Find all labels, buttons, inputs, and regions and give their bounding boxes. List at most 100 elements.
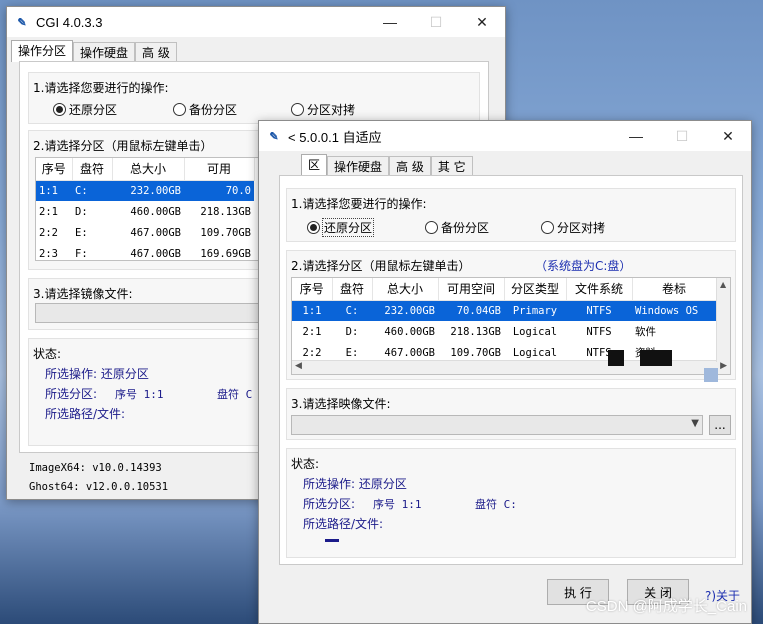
image-group: 3.请选择映像文件: ▼ ... — [286, 388, 736, 440]
app-logo-icon: ✎ — [269, 130, 279, 143]
table-row[interactable]: 2:1 D: 460.00GB 218.13GB — [36, 201, 254, 222]
back-tab-bar: 操作分区 操作硬盘 高 级 — [7, 37, 505, 62]
col-seq[interactable]: 序号 — [292, 278, 333, 301]
ghost-version: Ghost64: v12.0.0.10531 — [29, 481, 169, 493]
section3-label: 3.请选择镜像文件: — [33, 287, 133, 301]
cell: 467.00GB — [130, 247, 181, 260]
table-row[interactable]: 2:1 D: 460.00GB 218.13GB Logical NTFS 软件 — [292, 321, 716, 342]
col-drive[interactable]: 盘符 — [72, 158, 113, 181]
tab-advanced[interactable]: 高 级 — [135, 42, 177, 62]
col-free[interactable]: 可用 — [184, 158, 255, 181]
cell: 1:1 — [36, 180, 72, 201]
minimize-button[interactable]: — — [613, 121, 659, 151]
radio-selected-icon — [53, 103, 66, 116]
status-path: 所选路径/文件: — [303, 517, 384, 531]
cell: 218.13GB — [450, 325, 501, 338]
scroll-up-icon[interactable]: ▲ — [720, 280, 726, 289]
radio-copy[interactable]: 分区对拷 — [291, 101, 355, 118]
operation-group: 1.请选择您要进行的操作: 还原分区 备份分区 分区对拷 — [286, 188, 736, 242]
status-drive: 盘符 C: — [475, 498, 517, 511]
radio-backup[interactable]: 备份分区 — [173, 101, 237, 118]
tab-disk[interactable]: 操作硬盘 — [327, 156, 390, 176]
vertical-scrollbar[interactable]: ▲ — [716, 278, 730, 362]
maximize-button[interactable]: ☐ — [413, 7, 459, 37]
close-button[interactable]: ✕ — [459, 7, 505, 37]
cell: F: — [75, 247, 88, 260]
radio-selected-icon — [307, 221, 320, 234]
col-free[interactable]: 可用空间 — [438, 278, 505, 301]
tab-other[interactable]: 其 它 — [430, 156, 473, 176]
partition-table: 序号 盘符 总大小 可用 1:1 C: 232.00GB 70.0 2:1 D: — [36, 158, 255, 260]
section3-label: 3.请选择映像文件: — [291, 397, 391, 411]
cell: E: — [75, 226, 88, 239]
cell: D: — [345, 325, 359, 338]
maximize-button[interactable]: ☐ — [659, 121, 705, 151]
blur-block — [704, 368, 718, 382]
radio-restore-label: 还原分区 — [321, 218, 375, 237]
section1-label: 1.请选择您要进行的操作: — [33, 81, 169, 95]
tab-disk[interactable]: 操作硬盘 — [73, 42, 136, 62]
radio-copy[interactable]: 分区对拷 — [541, 219, 605, 236]
col-size[interactable]: 总大小 — [372, 278, 439, 301]
radio-empty-icon — [291, 103, 304, 116]
status-operation: 所选操作: 还原分区 — [303, 477, 407, 491]
tab-partition[interactable]: 操作分区 — [11, 40, 74, 62]
back-titlebar: ✎ CGI 4.0.3.3 — ☐ ✕ — [7, 7, 505, 37]
section2-label: 2.请选择分区（用鼠标左键单击） — [291, 259, 471, 273]
status-label: 状态: — [33, 347, 62, 361]
status-drive: 盘符 C — [217, 388, 253, 401]
front-window: ✎ < 5.0.0.1 自适应 — ☐ ✕ 区 操作硬盘 高 级 其 它 1.请… — [258, 120, 752, 624]
table-row[interactable]: 2:3 F: 467.00GB 169.69GB — [36, 243, 254, 260]
chevron-down-icon: ▼ — [691, 418, 699, 429]
cell: 109.70GB — [200, 226, 251, 239]
status-partition-label: 所选分区: — [303, 497, 356, 511]
tab-advanced[interactable]: 高 级 — [389, 156, 431, 176]
col-size[interactable]: 总大小 — [112, 158, 185, 181]
cell: 2:1 — [302, 325, 322, 338]
scroll-right-icon[interactable]: ▶ — [720, 361, 727, 371]
tab-partition[interactable]: 区 — [301, 154, 328, 176]
close-button[interactable]: ✕ — [705, 121, 751, 151]
image-file-combo[interactable]: ▼ — [291, 415, 703, 435]
table-header-row: 序号 盘符 总大小 可用空间 分区类型 文件系统 卷标 — [292, 278, 717, 301]
col-drive[interactable]: 盘符 — [332, 278, 373, 301]
col-fs[interactable]: 文件系统 — [566, 278, 633, 301]
system-disk-note: （系统盘为C:盘） — [535, 259, 632, 273]
cell: Windows OS — [632, 300, 716, 321]
cell: 70.04GB — [438, 300, 504, 321]
col-type[interactable]: 分区类型 — [504, 278, 567, 301]
cell: 232.00GB — [112, 180, 184, 201]
cell: 70.0 — [184, 180, 254, 201]
section2-label: 2.请选择分区（用鼠标左键单击） — [33, 139, 213, 153]
table-row[interactable]: 1:1 C: 232.00GB 70.04GB Primary NTFS Win… — [292, 300, 716, 321]
cell: NTFS — [566, 300, 632, 321]
radio-copy-label: 分区对拷 — [307, 103, 356, 117]
section1-label: 1.请选择您要进行的操作: — [291, 197, 427, 211]
table-row[interactable]: 2:2 E: 467.00GB 109.70GB — [36, 222, 254, 243]
cell: 460.00GB — [130, 205, 181, 218]
status-label: 状态: — [291, 457, 320, 471]
cell: D: — [75, 205, 88, 218]
cell: NTFS — [586, 325, 612, 338]
status-group: 状态: 所选操作: 还原分区 所选分区: 序号 1:1 盘符 C: 所选路径/文… — [286, 448, 736, 558]
table-header-row: 序号 盘符 总大小 可用 — [36, 158, 255, 181]
operation-group: 1.请选择您要进行的操作: 还原分区 备份分区 分区对拷 — [28, 72, 480, 124]
col-label[interactable]: 卷标 — [632, 278, 717, 301]
radio-restore[interactable]: 还原分区 — [307, 218, 375, 237]
front-tab-panel: 1.请选择您要进行的操作: 还原分区 备份分区 分区对拷 2.请选择分区（用鼠标… — [279, 175, 743, 565]
status-seq: 序号 1:1 — [373, 498, 422, 511]
scroll-left-icon[interactable]: ◀ — [295, 361, 302, 371]
col-seq[interactable]: 序号 — [36, 158, 73, 181]
browse-button[interactable]: ... — [709, 415, 731, 435]
progress-mark — [325, 539, 339, 542]
radio-restore[interactable]: 还原分区 — [53, 101, 117, 118]
watermark: CSDN @阿成学长_Cain — [585, 598, 747, 615]
front-tab-bar: 区 操作硬盘 高 级 其 它 — [259, 151, 751, 176]
front-window-title: < 5.0.0.1 自适应 — [288, 129, 382, 145]
radio-backup[interactable]: 备份分区 — [425, 219, 489, 236]
cell: 460.00GB — [384, 325, 435, 338]
minimize-button[interactable]: — — [367, 7, 413, 37]
cell: 169.69GB — [200, 247, 251, 260]
cell: 1:1 — [292, 300, 332, 321]
table-row[interactable]: 1:1 C: 232.00GB 70.0 — [36, 180, 254, 201]
